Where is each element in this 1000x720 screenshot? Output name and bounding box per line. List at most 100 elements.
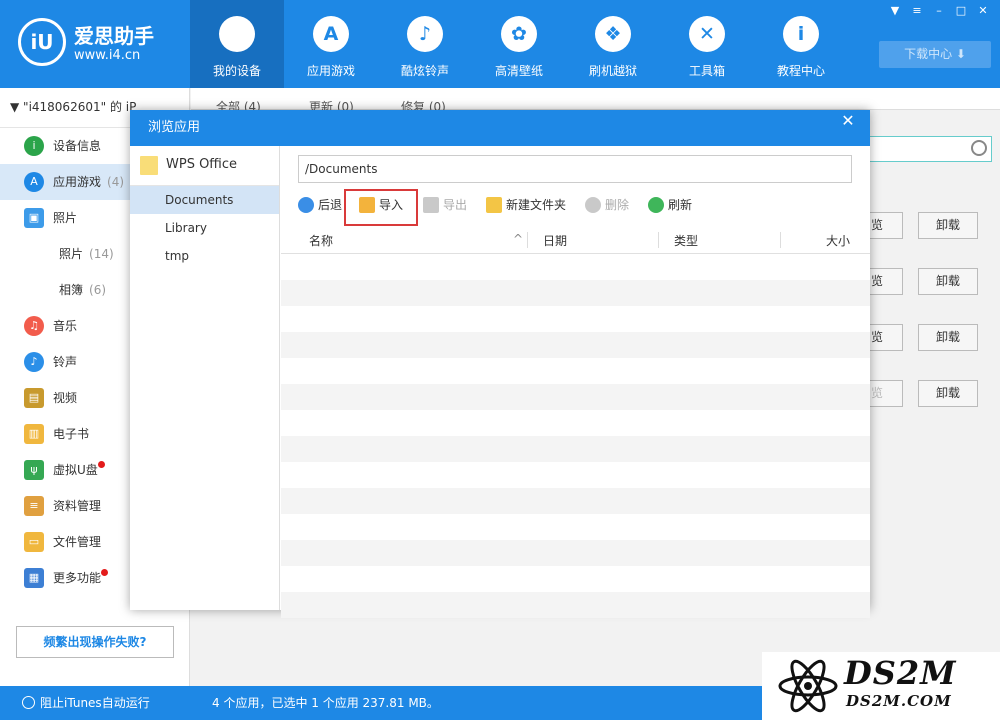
music-icon: ♫ [24,316,44,336]
menu-icon[interactable]: ≡ [906,2,928,20]
nav-item-3[interactable]: ✿ 高清壁纸 [472,0,566,88]
sidebar-item-label: 应用游戏 (4) [53,164,124,200]
new-folder-icon [486,196,502,213]
column-divider[interactable] [527,232,528,248]
window-controls: ▼ ≡ – □ ✕ [884,2,994,20]
uninstall-button[interactable]: 卸载 [918,212,978,239]
column-date[interactable]: 日期 [543,232,567,249]
sidebar-item-label: 相簿 (6) [59,272,106,308]
sidebar-item-text: 电子书 [53,427,90,441]
preview-button[interactable]: 览 [870,212,903,239]
close-icon[interactable]: ✕ [972,2,994,20]
appstore-icon: A [313,16,349,52]
sidebar-item-text: 应用游戏 [53,175,102,189]
sidebar-item-text: 设备信息 [53,139,102,153]
nav-item-2[interactable]: ♪ 酷炫铃声 [378,0,472,88]
empty-row [281,514,870,540]
minimize-icon[interactable]: – [928,2,950,20]
block-itunes-toggle[interactable]: 阻止iTunes自动运行 [22,686,150,720]
column-name[interactable]: 名称 [309,232,333,249]
bell-icon: ♪ [407,16,443,52]
info-icon: i [783,16,819,52]
nav-item-4[interactable]: ❖ 刷机越狱 [566,0,660,88]
file-icon: ▭ [24,532,44,552]
search-input[interactable] [868,136,992,162]
maximize-icon[interactable]: □ [950,2,972,20]
column-divider[interactable] [658,232,659,248]
dialog-close-button[interactable]: ✕ [834,110,862,134]
empty-row [281,280,870,306]
preview-button: 览 [870,380,903,407]
selection-info: 4 个应用，已选中 1 个应用 237.81 MB。 [212,696,439,710]
uninstall-button[interactable]: 卸载 [918,380,978,407]
notification-dot [101,569,109,576]
empty-row [281,540,870,566]
preview-button[interactable]: 览 [870,324,903,351]
app-root-item[interactable]: WPS Office [130,146,279,186]
file-list [281,254,870,618]
watermark-url: DS2M.COM [846,692,952,710]
preview-button[interactable]: 览 [870,268,903,295]
back-button[interactable]: 后退 [298,194,342,216]
toolbar-label: 刷新 [668,198,693,212]
sidebar-item-text: 相簿 [59,283,84,297]
sidebar-item-label: 铃声 [53,344,77,380]
uninstall-button[interactable]: 卸载 [918,268,978,295]
column-divider[interactable] [780,232,781,248]
bell-icon: ♪ [24,352,44,372]
sidebar-item-label: 音乐 [53,308,77,344]
usb-icon: ψ [24,460,44,480]
refresh-icon [648,196,664,213]
nav-item-0[interactable]: 我的设备 [190,0,284,88]
sidebar-item-text: 资料管理 [53,499,102,513]
download-center-button[interactable]: 下载中心 ⬇ [879,41,991,68]
empty-row [281,462,870,488]
export-icon [423,196,439,213]
sidebar-item-text: 文件管理 [53,535,102,549]
sidebar-item-text: 照片 [59,247,84,261]
nav-item-6[interactable]: i 教程中心 [754,0,848,88]
nav-item-5[interactable]: ✕ 工具箱 [660,0,754,88]
uninstall-button[interactable]: 卸载 [918,324,978,351]
app-name: 爱思助手 [74,24,154,48]
new-folder-button[interactable]: 新建文件夹 [486,194,566,216]
sidebar-item-text: 铃声 [53,355,78,369]
export-button: 导出 [423,194,467,216]
empty-row [281,566,870,592]
path-field[interactable]: /Documents [298,155,852,183]
folder-item-tmp[interactable]: tmp [130,242,279,270]
delete-button: 删除 [585,194,629,216]
empty-row [281,332,870,358]
delete-icon [585,196,601,213]
folder-item-documents[interactable]: Documents [130,186,279,214]
nav-item-1[interactable]: A 应用游戏 [284,0,378,88]
nav-item-label: 酷炫铃声 [400,64,449,78]
notification-dot [97,461,105,468]
apple-icon [219,16,255,52]
folder-icon [140,156,158,175]
frequent-failure-button[interactable]: 频繁出现操作失败? [16,626,174,658]
toolbar-label: 新建文件夹 [506,198,567,212]
main-nav: 我的设备 A 应用游戏 ♪ 酷炫铃声 ✿ 高清壁纸 ❖ 刷机越狱 ✕ 工具箱 i 教程中心 [190,0,848,88]
shirt-icon[interactable]: ▼ [884,2,906,20]
nav-item-label: 应用游戏 [306,64,355,78]
folder-tree: WPS Office Documents Library tmp [130,146,280,610]
sidebar-item-text: 视频 [53,391,78,405]
sidebar-item-text: 虚拟U盘 [53,463,98,477]
sidebar-item-label: 资料管理 [53,488,101,524]
empty-row [281,488,870,514]
book-icon: ▥ [24,424,44,444]
empty-row [281,592,870,618]
app-root-label: WPS Office [166,157,238,172]
atom-logo-icon [778,659,838,713]
search-icon [971,140,987,156]
refresh-button[interactable]: 刷新 [648,194,692,216]
browse-app-dialog: 浏览应用 ✕ WPS Office Documents Library tmp /D… [130,110,870,618]
column-size[interactable]: 大小 [826,232,850,249]
folder-item-library[interactable]: Library [130,214,279,242]
dialog-title: 浏览应用 [130,110,870,146]
sidebar-item-label: 文件管理 [53,524,101,560]
column-type[interactable]: 类型 [674,232,698,249]
toolbar-label: 导出 [443,198,468,212]
watermark-text: DS2M [844,654,957,692]
